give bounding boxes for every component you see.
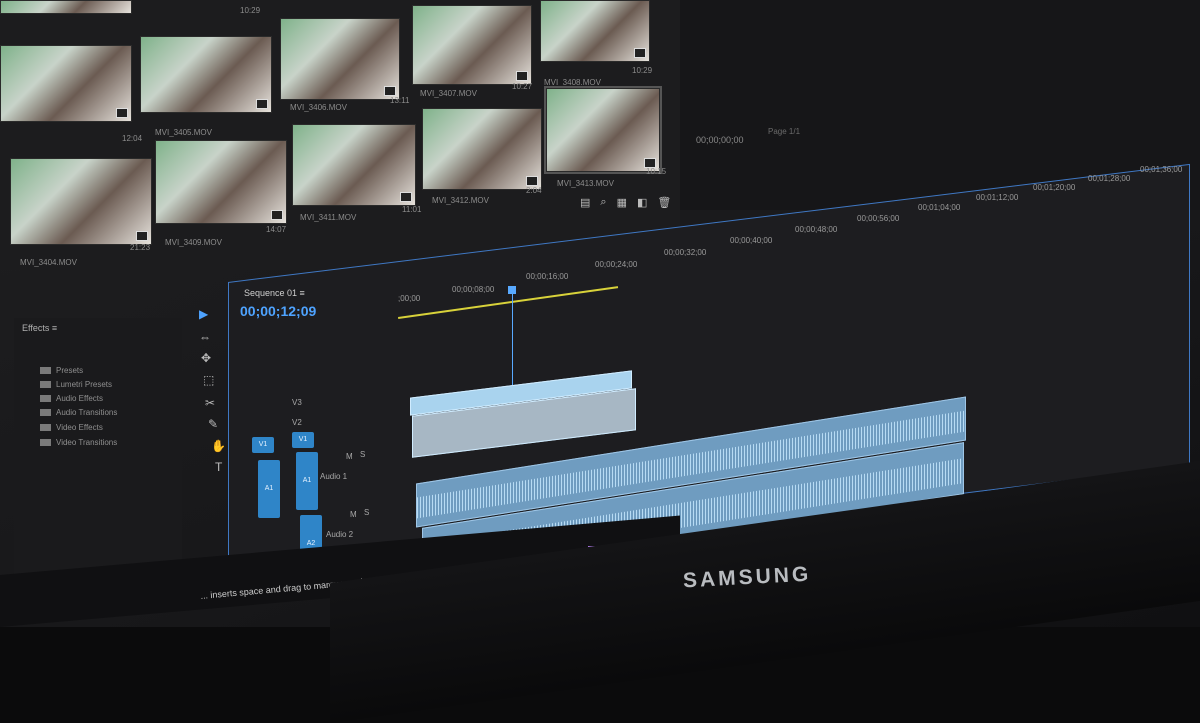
clip-duration: 2:04: [526, 186, 542, 195]
folder-icon: [40, 381, 51, 389]
track-name-audio2: Audio 2: [326, 530, 354, 539]
source-patch-v1[interactable]: V1: [252, 437, 274, 453]
bin-toolbar: ▤ ⌕ ▦ ◧ 🗑: [580, 196, 671, 209]
clip-duration: 21:23: [130, 243, 151, 252]
monitor-timecode[interactable]: 00;00;00;00: [696, 135, 744, 145]
ruler-tick: 00;01;20;00: [1033, 183, 1076, 192]
folder-icon: [40, 409, 51, 417]
clip-name: MVI_3407.MOV: [420, 89, 477, 98]
clip-name: MVI_3406.MOV: [290, 103, 347, 112]
clip-thumbnail-3409[interactable]: [155, 140, 287, 224]
track-target-a1[interactable]: A1: [296, 452, 318, 510]
playhead[interactable]: [512, 290, 513, 385]
clip-thumbnail-3411[interactable]: [292, 124, 416, 206]
clip-duration: 14:07: [266, 225, 287, 234]
clip-name: MVI_3404.MOV: [20, 258, 77, 267]
clip-thumbnail-3408[interactable]: [540, 0, 650, 62]
clip-duration: 10:29: [240, 6, 261, 15]
clip-name: MVI_3405.MOV: [155, 128, 212, 137]
clip-name: MVI_3411.MOV: [300, 213, 357, 222]
folder-icon: [40, 424, 51, 432]
razor-tool-icon[interactable]: ⬚: [203, 373, 214, 387]
effects-item-audio-transitions[interactable]: Audio Transitions: [40, 408, 117, 417]
sequence-tab[interactable]: Sequence 01 ≡: [244, 288, 305, 298]
ruler-tick: ;00;00: [398, 294, 421, 303]
effects-panel: [14, 318, 182, 588]
clip-duration: 11:01: [402, 205, 422, 214]
clip-duration: 10:15: [646, 167, 667, 176]
ripple-edit-tool-icon[interactable]: ✥: [201, 351, 211, 365]
clip-thumbnail-3413[interactable]: [544, 86, 662, 174]
search-icon[interactable]: ⌕: [600, 196, 606, 209]
monitor-page: Page 1/1: [768, 127, 801, 136]
effects-item-lumetri[interactable]: Lumetri Presets: [40, 380, 112, 389]
ruler-tick: 00;00;32;00: [664, 248, 707, 257]
track-label-v2: V2: [292, 418, 302, 427]
mute-button[interactable]: M: [346, 452, 353, 461]
hand-tool-icon[interactable]: ✋: [211, 439, 226, 453]
clip-duration: 13:11: [390, 96, 410, 105]
folder-icon: [40, 367, 51, 375]
ruler-tick: 00;01;36;00: [1140, 165, 1183, 174]
clip-name: MVI_3409.MOV: [165, 238, 222, 247]
ruler-tick: 00;00;40;00: [730, 236, 773, 245]
ruler-tick: 00;00;24;00: [595, 260, 638, 269]
effects-title[interactable]: Effects ≡: [22, 323, 57, 333]
project-bin: 10:29 MVI_3406.MOV 13:11 MVI_3407.MOV 10…: [0, 0, 680, 270]
clip-thumbnail-3404b[interactable]: [140, 36, 272, 113]
track-target-v1[interactable]: V1: [292, 432, 314, 448]
effects-item-video-effects[interactable]: Video Effects: [40, 423, 103, 432]
clip-duration: 10:27: [512, 82, 533, 91]
ruler-tick: 00;00;16;00: [526, 272, 569, 281]
clip-duration: 12:04: [122, 134, 143, 143]
ruler-tick: 00;01;12;00: [976, 193, 1019, 202]
effects-item-presets[interactable]: Presets: [40, 366, 83, 375]
effects-item-video-transitions[interactable]: Video Transitions: [40, 438, 117, 447]
selection-tool-icon[interactable]: ▶: [199, 307, 208, 321]
clip-thumbnail-top[interactable]: [0, 0, 132, 14]
trash-icon[interactable]: 🗑: [657, 196, 671, 209]
mute-button[interactable]: M: [350, 510, 357, 519]
solo-button[interactable]: S: [360, 450, 365, 459]
clip-thumbnail-3404[interactable]: [10, 158, 152, 245]
sequence-timecode[interactable]: 00;00;12;09: [240, 303, 316, 319]
type-tool-icon[interactable]: T: [215, 460, 222, 474]
solo-button[interactable]: S: [364, 508, 369, 517]
ruler-tick: 00;01;28;00: [1088, 174, 1131, 183]
clip-thumbnail-3407[interactable]: [412, 5, 532, 85]
clip-thumbnail-3412[interactable]: [422, 108, 542, 190]
new-bin-icon[interactable]: ▦: [617, 196, 627, 209]
clip-duration: 10:29: [632, 66, 653, 75]
clip-thumbnail-3406[interactable]: [280, 18, 400, 100]
slip-tool-icon[interactable]: ✂: [205, 396, 215, 410]
track-select-tool-icon[interactable]: ⇔: [199, 330, 211, 344]
folder-icon: [40, 439, 51, 447]
pen-tool-icon[interactable]: ✎: [208, 417, 218, 431]
folder-icon: [40, 395, 51, 403]
clip-name: MVI_3408.MOV: [544, 78, 601, 87]
list-view-icon[interactable]: ▤: [580, 196, 590, 209]
clip-name: MVI_3413.MOV: [557, 179, 614, 188]
ruler-tick: 00;00;08;00: [452, 285, 495, 294]
track-label-v3: V3: [292, 398, 302, 407]
clip-name: MVI_3412.MOV: [432, 196, 489, 205]
ruler-tick: 00;00;56;00: [857, 214, 900, 223]
new-item-icon[interactable]: ◧: [637, 196, 647, 209]
effects-item-audio-effects[interactable]: Audio Effects: [40, 394, 103, 403]
ruler-tick: 00;00;48;00: [795, 225, 838, 234]
source-patch-a1[interactable]: A1: [258, 460, 280, 518]
clip-thumbnail-3405[interactable]: [0, 45, 132, 122]
ruler-tick: 00;01;04;00: [918, 203, 961, 212]
track-name-audio1: Audio 1: [320, 472, 348, 481]
